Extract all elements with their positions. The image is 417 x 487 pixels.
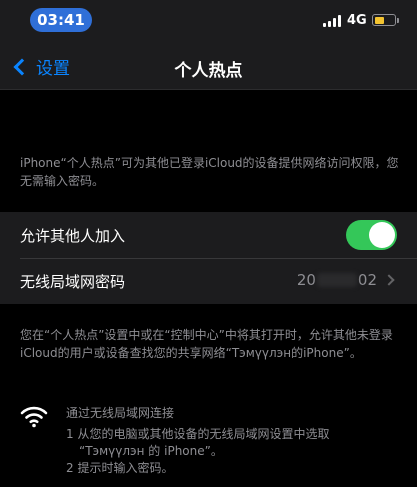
wifi-password-label: 无线局域网密码 [20,273,126,291]
battery-tip [397,18,399,23]
wifi-icon [20,406,48,428]
sharing-note: 您在“个人热点”设置中或在“控制中心”中将其打开时，允许其他未登录iCloud的… [20,328,393,360]
hotspot-description: iPhone“个人热点”可为其他已登录iCloud的设备提供网络访问权限，您无需… [20,156,399,188]
network-type: 4G [347,13,367,28]
wifi-password-value: 20 02 [297,271,377,289]
status-time[interactable]: 03:41 [30,8,92,32]
wifi-password-row[interactable]: 无线局域网密码 20 02 [0,258,417,304]
battery-icon [372,14,396,26]
hotspot-settings-screen: 03:41 4G 设置 个人热点 iPhone“个人热点”可为其他已登录iClo… [0,0,417,487]
cellular-signal-icon [323,15,341,27]
password-redaction [316,273,357,287]
allow-others-label: 允许其他人加入 [20,227,126,245]
wifi-step-2: 2 提示时输入密码。 [66,461,174,475]
wifi-step-1: 1 从您的电脑或其他设备的无线局域网设置中选取 [66,427,330,441]
wifi-connect-steps: 1 从您的电脑或其他设备的无线局域网设置中选取 “Тэмүүлэн 的 iPho… [66,426,396,477]
battery-level [374,16,384,24]
password-prefix: 20 [296,271,316,289]
page-title: 个人热点 [174,61,243,81]
settings-group: 允许其他人加入 无线局域网密码 20 02 [0,212,417,304]
allow-others-row[interactable]: 允许其他人加入 [0,212,417,258]
navigation-bar: 设置 个人热点 [0,40,417,90]
wifi-step-1-network: “Тэмүүлэн 的 iPhone”。 [79,444,223,458]
password-suffix: 02 [357,271,377,289]
toggle-knob [369,222,395,248]
chevron-right-icon [383,274,395,286]
allow-others-toggle[interactable] [346,220,397,250]
status-bar: 03:41 4G [0,0,417,40]
wifi-connect-title: 通过无线局域网连接 [66,406,175,420]
